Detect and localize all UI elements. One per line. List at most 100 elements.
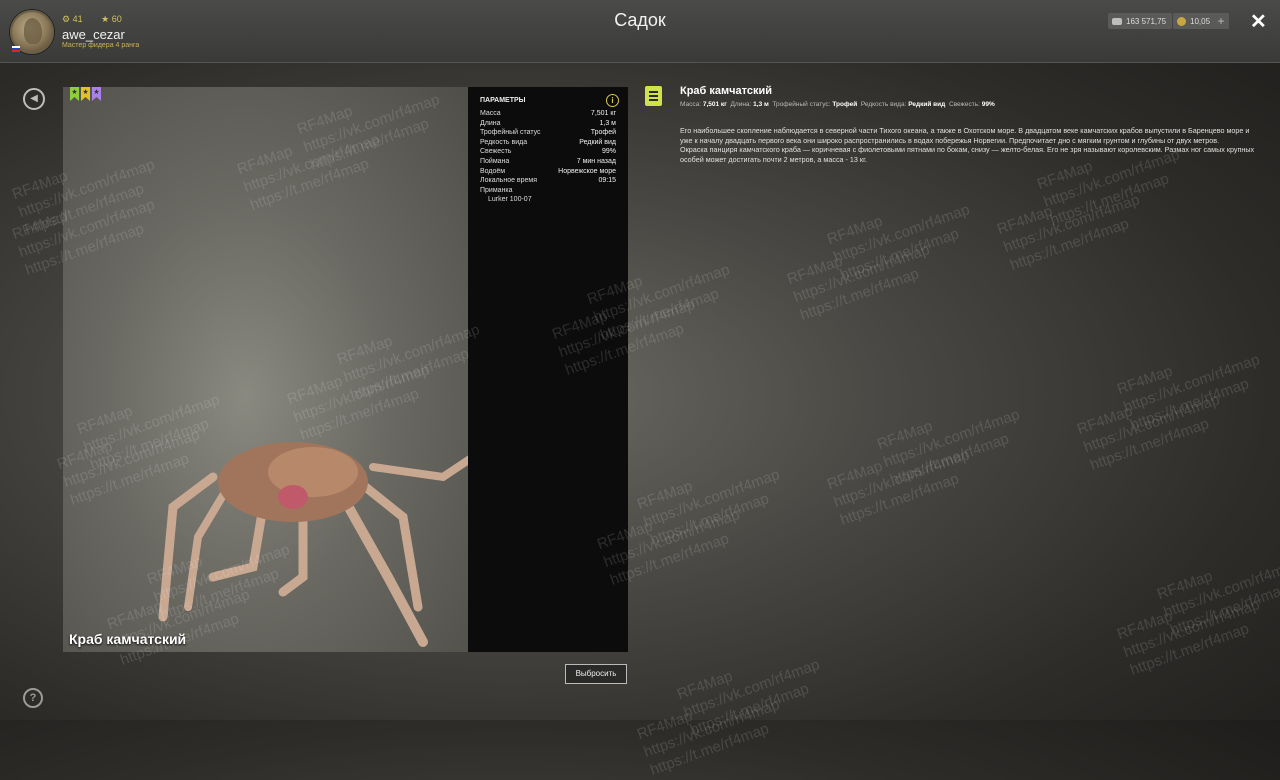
watermark: RF4Maphttps://vk.com/rf4maphttps://t.me/… [995, 172, 1149, 275]
watermark-line: https://vk.com/rf4map [831, 200, 972, 267]
watermark: RF4Maphttps://vk.com/rf4maphttps://t.me/… [635, 447, 789, 550]
watermark-line: RF4Map [874, 417, 935, 454]
watermark-line: https://t.me/rf4map [687, 680, 812, 739]
watermark-line: https://t.me/rf4map [1047, 170, 1172, 229]
watermark-line: https://t.me/rf4map [837, 470, 962, 529]
watermark: RF4Maphttps://vk.com/rf4maphttps://t.me/… [825, 427, 979, 530]
parameters-list: Масса 7,501 кг Длина 1,3 м Трофейный статус Т… [480, 109, 616, 186]
ribbon-icon: ★ [81, 87, 90, 101]
description-paragraph: Окраска панциря камчатского краба — кори… [680, 145, 1255, 164]
param-value: 7,501 кг [590, 110, 616, 117]
info-icon[interactable]: i [606, 94, 619, 107]
watermark-line: RF4Map [1114, 362, 1175, 399]
watermark-line: RF4Map [1114, 607, 1175, 644]
param-value: 7 мин назад [576, 157, 616, 165]
award-ribbons: ★ ★ ★ [70, 87, 101, 101]
ribbon-icon: ★ [70, 87, 79, 101]
watermark-line: RF4Map [824, 212, 885, 249]
fish-3d-viewport[interactable]: ★ ★ ★ Краб камчатский [63, 87, 473, 652]
back-button[interactable]: ◀ [23, 88, 45, 110]
watermark: RF4Maphttps://vk.com/rf4maphttps://t.me/… [785, 222, 939, 325]
watermark-line: https://t.me/rf4map [607, 530, 732, 589]
watermark-line: https://vk.com/rf4map [881, 405, 1022, 472]
silver-icon [1112, 17, 1122, 25]
watermark: RF4Maphttps://vk.com/rf4maphttps://t.me/… [1155, 537, 1280, 640]
watermark-line: RF4Map [674, 667, 735, 704]
param-label: Масса [480, 110, 501, 117]
param-row: Свежесть 99% [480, 147, 616, 157]
watermark-line: https://t.me/rf4map [1087, 415, 1212, 474]
bait-row: Приманка [480, 186, 616, 196]
param-label: Поймана [480, 157, 510, 165]
meta-value: Трофей [832, 101, 858, 108]
param-value: 1,3 м [599, 119, 617, 127]
silver-balance: 163 571,75 [1108, 13, 1173, 29]
fish-name: Краб камчатский [69, 631, 187, 647]
meta-label: Свежесть: [948, 101, 980, 108]
param-row: Длина 1,3 м [480, 119, 616, 129]
watermark-line: https://t.me/rf4map [1007, 215, 1132, 274]
description-note-icon [645, 86, 662, 106]
meta-label: Длина: [730, 101, 752, 108]
silver-amount: 163 571,75 [1126, 16, 1167, 26]
watermark: RF4Maphttps://vk.com/rf4maphttps://t.me/… [675, 637, 829, 740]
param-value: 09:15 [598, 177, 616, 185]
release-button[interactable]: Выбросить [565, 664, 627, 684]
watermark-line: https://vk.com/rf4map [641, 695, 782, 762]
param-row: Поймана 7 мин назад [480, 157, 616, 167]
page-title: Садок [614, 10, 666, 30]
param-label: Трофейный статус [480, 129, 541, 137]
watermark-line: https://t.me/rf4map [647, 720, 772, 779]
player-rank: Мастер фидера 4 ранга [62, 42, 140, 49]
watermark: RF4Maphttps://vk.com/rf4maphttps://t.me/… [1115, 332, 1269, 435]
watermark-line: https://vk.com/rf4map [1001, 190, 1142, 257]
watermark-line: RF4Map [1074, 402, 1135, 439]
watermark-line: RF4Map [634, 707, 695, 744]
watermark-line: RF4Map [1154, 567, 1215, 604]
watermark-line: https://t.me/rf4map [647, 490, 772, 549]
country-flag-icon [12, 46, 20, 52]
param-value: Трофей [590, 129, 616, 137]
add-currency-button[interactable]: + [1213, 13, 1229, 29]
watermark: RF4Maphttps://vk.com/rf4maphttps://t.me/… [1075, 372, 1229, 475]
param-label: Редкость вида [480, 138, 528, 146]
watermark-line: RF4Map [824, 457, 885, 494]
watermark-line: https://t.me/rf4map [797, 265, 922, 324]
gold-coin-icon [1177, 16, 1186, 26]
meta-label: Трофейный статус: [772, 101, 831, 108]
watermark-line: https://vk.com/rf4map [681, 655, 822, 722]
watermark-line: https://vk.com/rf4map [1161, 555, 1280, 622]
watermark-line: https://t.me/rf4map [1167, 580, 1280, 639]
top-bar: ⚙ 41 ★ 60 awe_cezar Мастер фидера 4 ранг… [0, 0, 1280, 63]
meta-value: 99% [981, 101, 995, 108]
ribbon-icon: ★ [92, 87, 101, 101]
param-label: Приманка [480, 186, 513, 194]
meta-value: Редкий вид [908, 101, 946, 108]
param-label: Водоём [480, 167, 506, 175]
param-row: Локальное время 09:15 [480, 176, 616, 186]
watermark-line: https://vk.com/rf4map [831, 445, 972, 512]
watermark-line: https://vk.com/rf4map [1081, 390, 1222, 457]
description-meta: Масса: 7,501 кг Длина: 1,3 м Трофейный с… [680, 101, 995, 108]
watermark-line: https://vk.com/rf4map [641, 465, 782, 532]
help-button[interactable]: ? [23, 688, 43, 708]
meta-label: Редкость вида: [860, 101, 907, 108]
watermark-line: https://t.me/rf4map [1127, 375, 1252, 434]
meta-label: Масса: [680, 101, 702, 108]
parameters-title: ПАРАМЕТРЫ [480, 97, 526, 104]
watermark-line: https://vk.com/rf4map [1121, 350, 1262, 417]
watermark-line: RF4Map [994, 202, 1055, 239]
watermark-line: https://vk.com/rf4map [1121, 595, 1262, 662]
param-row: Водоём Норвежское море [480, 167, 616, 177]
gold-amount: 10,05 [1190, 16, 1211, 26]
description-paragraph: Его наибольшее скопление наблюдается в с… [680, 126, 1250, 145]
param-label: Длина [480, 119, 501, 127]
bait-value-row: Lurker 100-07 [480, 195, 616, 205]
parameters-panel: ПАРАМЕТРЫ Масса 7,501 кг Длина 1,3 м Трофейн… [468, 87, 628, 652]
crab-model [158, 442, 473, 647]
meta-value: 1,3 м [753, 101, 769, 108]
param-value: Норвежское море [558, 167, 616, 175]
description-text: Его наибольшее скопление наблюдается в с… [680, 126, 1255, 164]
watermark: RF4Maphttps://vk.com/rf4maphttps://t.me/… [875, 387, 1029, 490]
close-button[interactable]: ✕ [1250, 9, 1267, 34]
